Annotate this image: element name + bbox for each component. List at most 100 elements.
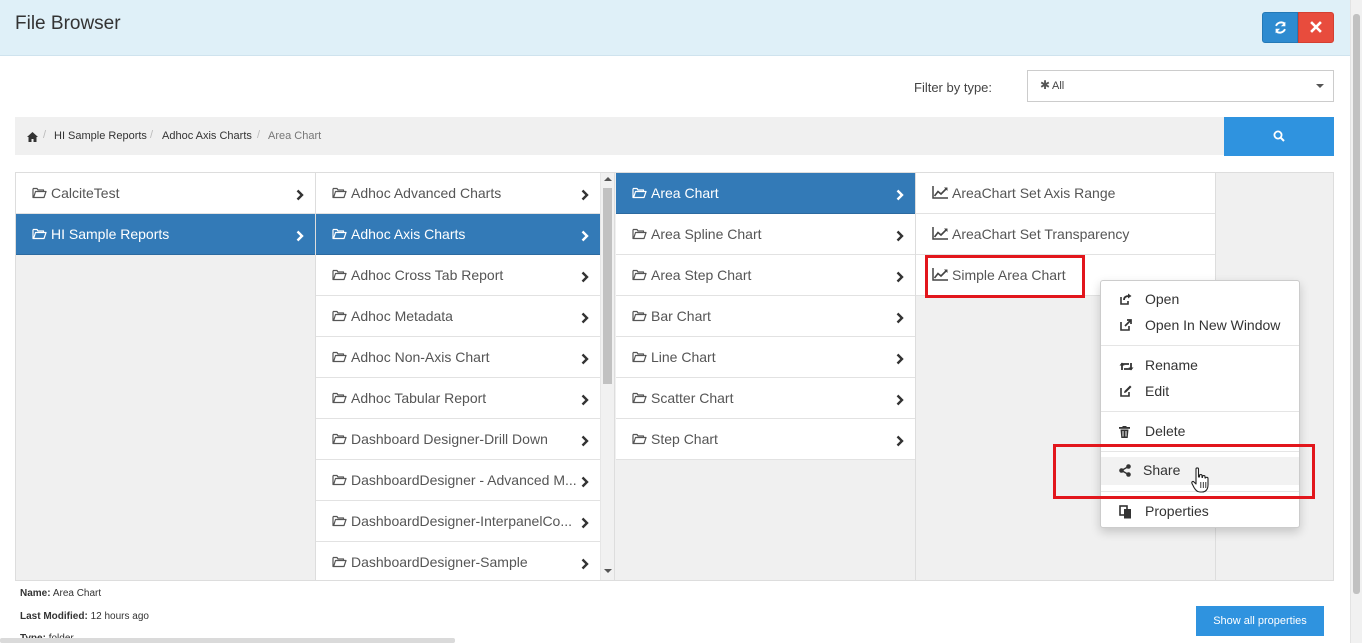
page-title: File Browser [15, 13, 121, 34]
chevron-right-icon [581, 516, 589, 532]
folder-label: Adhoc Cross Tab Report [351, 267, 504, 283]
menu-item-open-in-new-window[interactable]: Open In New Window [1101, 313, 1299, 339]
header-bar: File Browser [0, 0, 1350, 56]
chevron-right-icon [896, 311, 904, 327]
chevron-right-icon [896, 229, 904, 245]
trash-icon [1119, 425, 1130, 441]
chevron-right-icon [896, 188, 904, 204]
folder-open-icon [632, 309, 647, 325]
folder-label: Adhoc Advanced Charts [351, 185, 502, 201]
folder-open-icon [632, 350, 647, 366]
folder-label: CalciteTest [51, 185, 120, 201]
folder-open-icon [332, 391, 347, 407]
report-item-areachart-set-transparency[interactable]: AreaChart Set Transparency [916, 214, 1215, 255]
breadcrumb: / HI Sample Reports / Adhoc Axis Charts … [15, 117, 1224, 155]
edit-icon [1119, 385, 1132, 401]
horizontal-scrollbar[interactable] [0, 638, 455, 643]
folder-open-icon [32, 186, 47, 202]
folder-label: Area Step Chart [651, 267, 752, 283]
external-link-icon [1119, 319, 1132, 335]
folder-open-icon [332, 432, 347, 448]
folder-item-area-chart[interactable]: Area Chart [616, 173, 915, 214]
folder-item-adhoc-cross-tab-report[interactable]: Adhoc Cross Tab Report [316, 255, 600, 296]
folder-item-adhoc-non-axis-chart[interactable]: Adhoc Non-Axis Chart [316, 337, 600, 378]
home-icon[interactable] [27, 129, 38, 145]
column-2-scrollbar[interactable] [600, 173, 615, 580]
column-3: Area Chart Area Spline Chart Area Step Cha… [616, 173, 916, 580]
breadcrumb-item-hi-sample-reports[interactable]: HI Sample Reports [54, 130, 147, 142]
folder-item-dashboarddesigner-interpanelco[interactable]: DashboardDesigner-InterpanelCo... [316, 501, 600, 542]
folder-item-adhoc-tabular-report[interactable]: Adhoc Tabular Report [316, 378, 600, 419]
menu-item-delete[interactable]: Delete [1101, 419, 1299, 445]
folder-item-adhoc-axis-charts[interactable]: Adhoc Axis Charts [316, 214, 600, 255]
folder-open-icon [332, 555, 347, 571]
folder-item-step-chart[interactable]: Step Chart [616, 419, 915, 460]
folder-item-adhoc-advanced-charts[interactable]: Adhoc Advanced Charts [316, 173, 600, 214]
breadcrumb-item-area-chart: Area Chart [268, 130, 322, 142]
folder-open-icon [332, 186, 347, 202]
chevron-right-icon [581, 311, 589, 327]
chevron-right-icon [581, 434, 589, 450]
chevron-right-icon [896, 434, 904, 450]
folder-label: Adhoc Non-Axis Chart [351, 349, 490, 365]
folder-item-area-step-chart[interactable]: Area Step Chart [616, 255, 915, 296]
close-button[interactable] [1298, 12, 1334, 43]
report-label: AreaChart Set Transparency [952, 226, 1130, 242]
highlight-box-simple-area-chart [925, 255, 1085, 298]
refresh-icon [1275, 21, 1286, 34]
page-scrollbar[interactable] [1350, 0, 1362, 643]
folder-open-icon [332, 227, 347, 243]
folder-item-dashboarddesigner-advanced-m[interactable]: DashboardDesigner - Advanced M... [316, 460, 600, 501]
search-button[interactable] [1224, 117, 1334, 156]
folder-label: DashboardDesigner-Sample [351, 554, 528, 570]
folder-label: Line Chart [651, 349, 716, 365]
filter-label: Filter by type: [914, 80, 993, 95]
folder-label: DashboardDesigner - Advanced M... [351, 472, 577, 488]
folder-open-icon [632, 432, 647, 448]
folder-label: Adhoc Tabular Report [351, 390, 487, 406]
column-1: CalciteTest HI Sample Reports [16, 173, 316, 580]
folder-item-dashboarddesigner-sample[interactable]: DashboardDesigner-Sample [316, 542, 600, 580]
folder-open-icon [632, 227, 647, 243]
filter-type-select[interactable]: ✱ All [1027, 70, 1334, 102]
menu-item-open[interactable]: Open [1101, 287, 1299, 313]
folder-item-dashboard-designer-drill-down[interactable]: Dashboard Designer-Drill Down [316, 419, 600, 460]
folder-open-icon [632, 391, 647, 407]
folder-item-bar-chart[interactable]: Bar Chart [616, 296, 915, 337]
breadcrumb-item-adhoc-axis-charts[interactable]: Adhoc Axis Charts [162, 130, 252, 142]
folder-label: Area Spline Chart [651, 226, 762, 242]
info-last-modified: Last Modified: 12 hours ago [20, 611, 149, 622]
refresh-button[interactable] [1262, 12, 1298, 43]
report-item-areachart-set-axis-range[interactable]: AreaChart Set Axis Range [916, 173, 1215, 214]
menu-item-properties[interactable]: Properties [1101, 499, 1299, 525]
folder-item-calcitetest[interactable]: CalciteTest [16, 173, 315, 214]
chevron-right-icon [581, 270, 589, 286]
menu-item-rename[interactable]: Rename [1101, 353, 1299, 379]
chevron-right-icon [581, 393, 589, 409]
menu-item-edit[interactable]: Edit [1101, 379, 1299, 405]
chevron-right-icon [296, 188, 304, 204]
line-chart-icon [932, 227, 948, 243]
folder-open-icon [332, 514, 347, 530]
folder-open-icon [632, 186, 647, 202]
info-name: Name: Area Chart [20, 588, 102, 599]
close-icon [1310, 21, 1322, 33]
hand-cursor-icon [1191, 467, 1209, 496]
asterisk-icon: ✱ [1040, 78, 1051, 92]
folder-label: DashboardDesigner-InterpanelCo... [351, 513, 573, 529]
folder-open-icon [332, 268, 347, 284]
folder-item-scatter-chart[interactable]: Scatter Chart [616, 378, 915, 419]
folder-item-adhoc-metadata[interactable]: Adhoc Metadata [316, 296, 600, 337]
chevron-right-icon [581, 229, 589, 245]
column-2: Adhoc Advanced Charts Adhoc Axis Charts Ad… [316, 173, 600, 580]
folder-open-icon [32, 227, 47, 243]
chevron-right-icon [581, 557, 589, 573]
highlight-box-share [1053, 444, 1315, 499]
chevron-right-icon [296, 229, 304, 245]
folder-item-area-spline-chart[interactable]: Area Spline Chart [616, 214, 915, 255]
folder-item-hi-sample-reports[interactable]: HI Sample Reports [16, 214, 315, 255]
folder-item-line-chart[interactable]: Line Chart [616, 337, 915, 378]
folder-label: Scatter Chart [651, 390, 734, 406]
show-all-properties-button[interactable]: Show all properties [1196, 606, 1324, 636]
properties-icon [1119, 505, 1132, 522]
